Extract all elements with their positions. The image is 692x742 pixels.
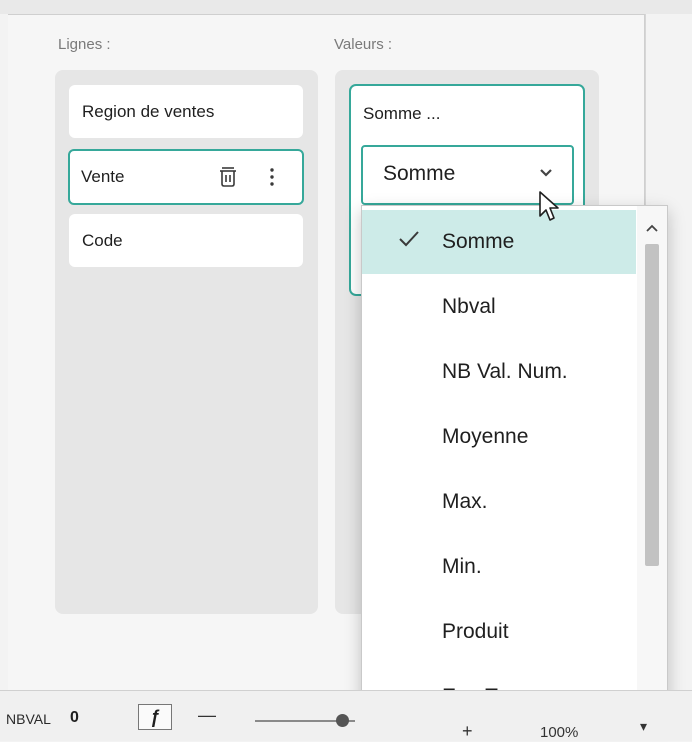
more-vertical-icon[interactable] xyxy=(265,164,279,190)
value-field-title: Somme ... xyxy=(363,104,441,123)
scrollbar-thumb[interactable] xyxy=(645,244,659,566)
aggregate-dropdown-list[interactable]: Somme Nbval NB Val. Num. Moyenne Max. Mi… xyxy=(361,205,668,720)
row-field-region[interactable]: Region de ventes xyxy=(69,85,303,138)
rows-section-label: Lignes : xyxy=(58,36,111,53)
formula-name: NBVAL xyxy=(6,711,51,727)
top-strip xyxy=(0,0,692,14)
chevron-down-icon xyxy=(539,166,553,185)
dropdown-option-label: Moyenne xyxy=(442,425,529,448)
scroll-up-icon[interactable] xyxy=(645,220,659,238)
row-field-label: Vente xyxy=(81,167,125,186)
dropdown-option-moyenne[interactable]: Moyenne xyxy=(362,405,636,469)
zoom-menu-chevron-icon[interactable]: ▾ xyxy=(640,718,647,735)
dropdown-option-label: Min. xyxy=(442,555,482,578)
dropdown-option-label: Somme xyxy=(442,230,515,253)
zoom-in-button[interactable]: + xyxy=(462,721,473,742)
values-section-label: Valeurs : xyxy=(334,36,393,53)
dropdown-option-min[interactable]: Min. xyxy=(362,535,636,599)
checkmark-icon xyxy=(398,230,420,254)
row-field-vente[interactable]: Vente xyxy=(68,149,304,205)
dropdown-option-label: Max. xyxy=(442,490,488,513)
dropdown-option-somme[interactable]: Somme xyxy=(362,210,636,274)
dropdown-option-produit[interactable]: Produit xyxy=(362,600,636,664)
formula-value: 0 xyxy=(70,709,79,726)
mouse-cursor-icon xyxy=(538,190,564,229)
dropdown-option-label: NB Val. Num. xyxy=(442,360,568,383)
fx-label: ƒ xyxy=(149,706,160,727)
dropdown-option-label: Nbval xyxy=(442,295,496,318)
status-bar: NBVAL 0 ƒ — + 100% ▾ xyxy=(0,690,692,741)
dropdown-option-max[interactable]: Max. xyxy=(362,470,636,534)
dropdown-scrollbar[interactable] xyxy=(637,206,667,719)
dropdown-option-nb-val-num[interactable]: NB Val. Num. xyxy=(362,340,636,404)
row-field-label: Region de ventes xyxy=(82,101,215,121)
row-field-code[interactable]: Code xyxy=(69,214,303,267)
trash-icon[interactable] xyxy=(216,164,240,190)
zoom-slider-thumb[interactable] xyxy=(336,714,349,727)
function-icon[interactable]: ƒ xyxy=(138,704,172,730)
dropdown-option-label: Produit xyxy=(442,620,509,643)
aggregate-select-value: Somme xyxy=(383,162,456,185)
row-field-label: Code xyxy=(82,230,123,250)
dropdown-option-nbval[interactable]: Nbval xyxy=(362,275,636,339)
zoom-level[interactable]: 100% xyxy=(540,724,578,741)
zoom-out-button[interactable]: — xyxy=(198,705,216,726)
